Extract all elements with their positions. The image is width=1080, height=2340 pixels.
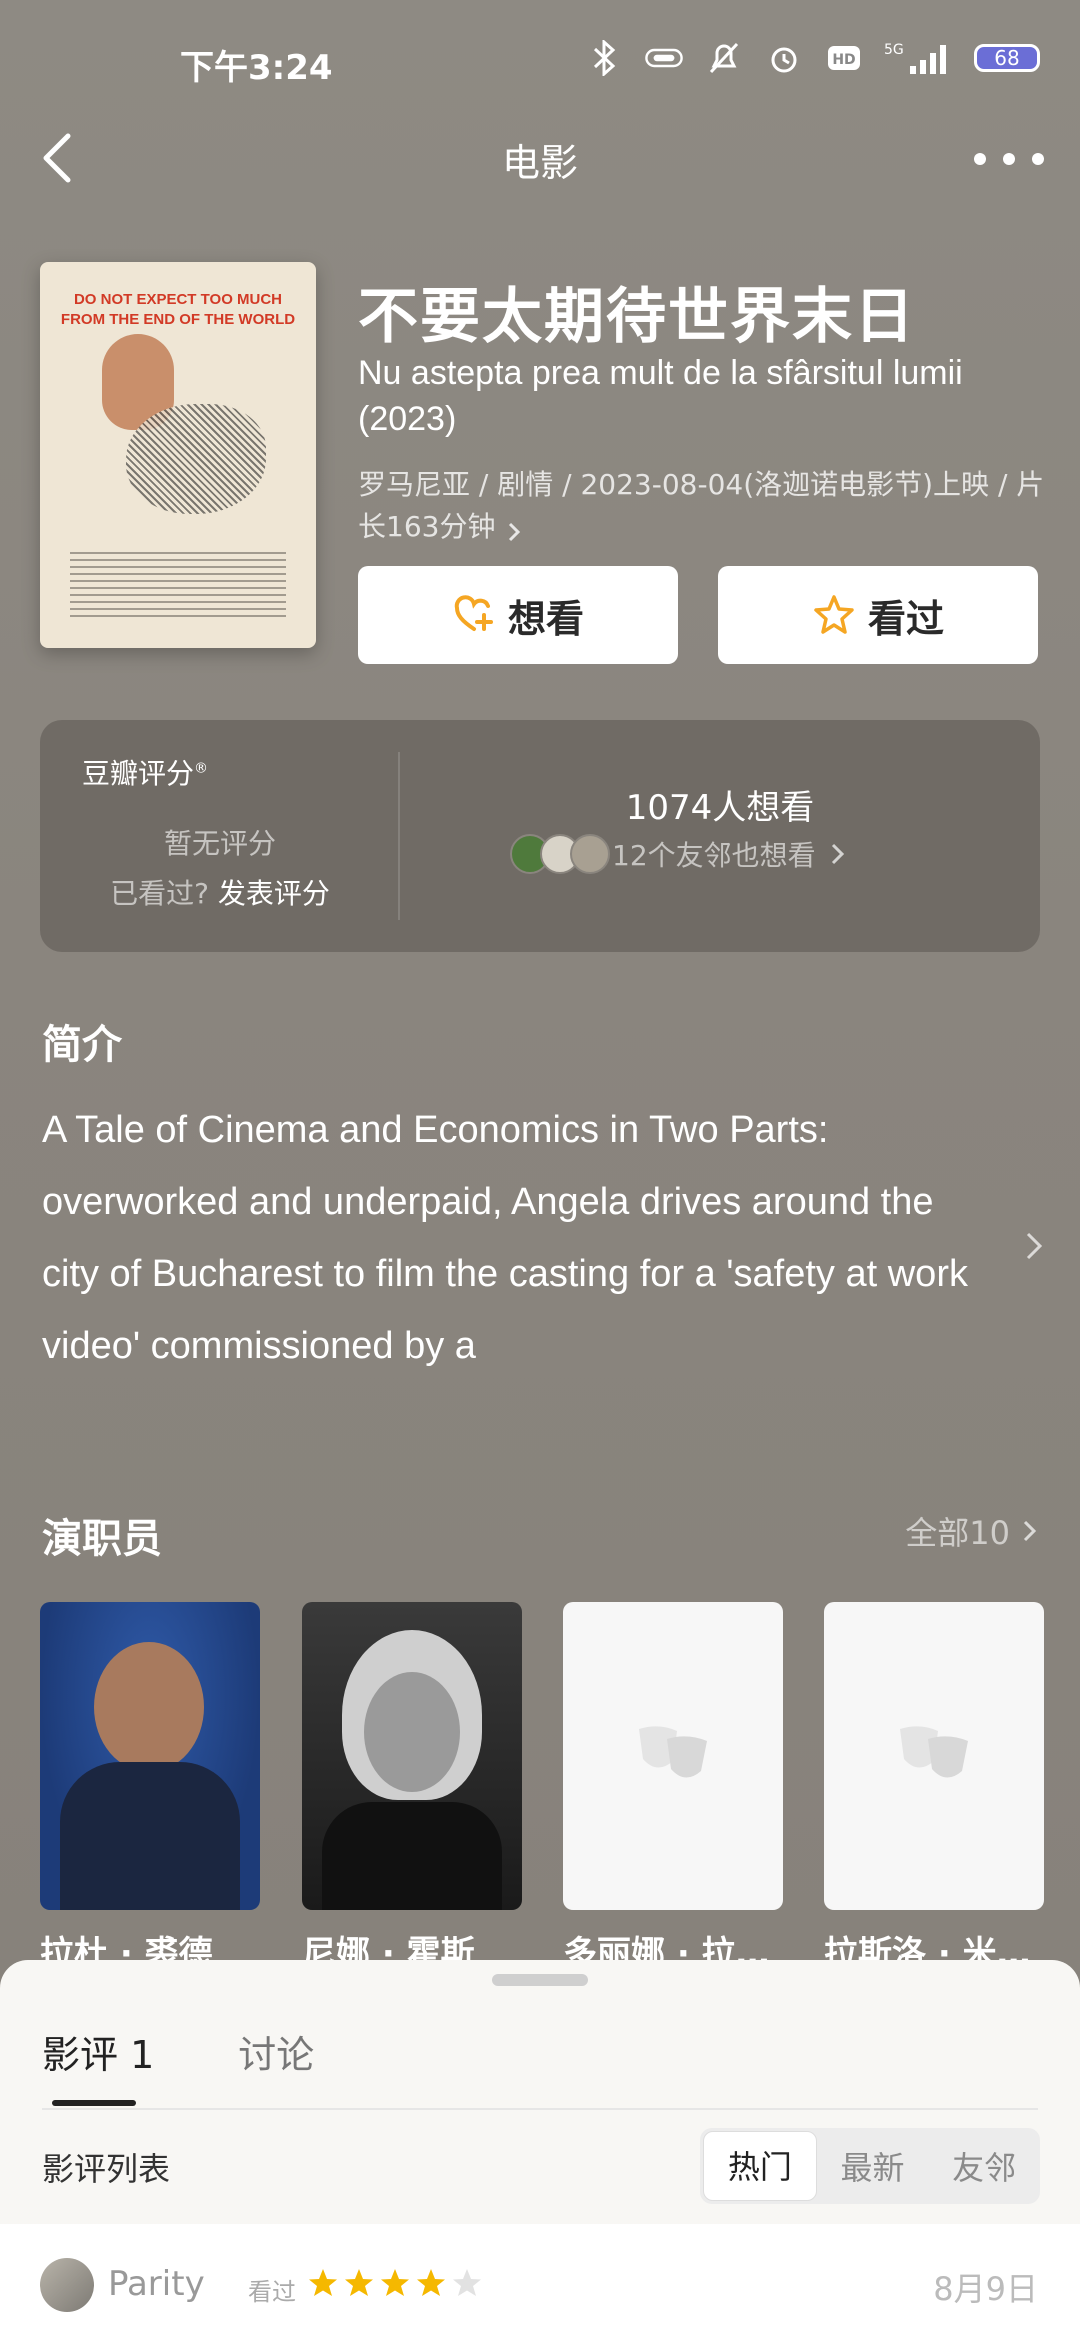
cast-photo[interactable] bbox=[40, 1602, 260, 1910]
tab-reviews[interactable]: 影评 1 bbox=[42, 2024, 154, 2079]
star-filled-icon bbox=[309, 2269, 337, 2296]
cast-all-label: 全部10 bbox=[905, 1514, 1010, 1552]
review-item[interactable]: Parity 看过 8月9日 bbox=[0, 2224, 1080, 2340]
cast-person-silhouette bbox=[94, 1642, 204, 1772]
seen-label: 看过 bbox=[867, 596, 944, 641]
cast-person-body bbox=[60, 1762, 240, 1910]
synopsis-expand-icon[interactable] bbox=[1020, 1226, 1050, 1266]
avatar bbox=[570, 834, 610, 874]
synopsis-text[interactable]: A Tale of Cinema and Economics in Two Pa… bbox=[42, 1094, 982, 1382]
mute-bell-icon bbox=[704, 38, 744, 78]
douban-rating-brand: 豆瓣评分® bbox=[82, 752, 208, 792]
review-status: 看过 bbox=[248, 2278, 296, 2306]
link-icon bbox=[644, 38, 684, 78]
more-dot-icon bbox=[1032, 153, 1044, 165]
battery-indicator: 68 bbox=[974, 44, 1040, 72]
star-outline-icon bbox=[814, 595, 854, 634]
want-count: 1074人想看 bbox=[625, 788, 815, 828]
rating-divider bbox=[398, 752, 400, 920]
signal-icon: 5G bbox=[884, 38, 954, 78]
reviews-bottom-sheet: 影评 1 讨论 影评列表 热门 最新 友邻 Parity 看过 8月9日 bbox=[0, 1960, 1080, 2340]
theater-masks-icon bbox=[900, 1726, 968, 1778]
movie-title: 不要太期待世界末日 bbox=[358, 282, 916, 352]
svg-text:HD: HD bbox=[832, 52, 855, 68]
tab-discussion[interactable]: 讨论 bbox=[238, 2024, 314, 2079]
seen-prompt: 已看过? bbox=[110, 877, 209, 910]
poster-credits bbox=[70, 552, 286, 622]
more-dot-icon bbox=[974, 153, 986, 165]
review-star-rating bbox=[306, 2266, 484, 2300]
no-rating-text: 暂无评分 bbox=[163, 827, 276, 860]
friend-avatars bbox=[510, 834, 610, 874]
registered-mark: ® bbox=[194, 760, 209, 777]
sort-segmented-control: 热门 最新 友邻 bbox=[700, 2128, 1040, 2204]
nav-bar: 电影 bbox=[0, 110, 1080, 210]
chevron-right-icon bbox=[831, 843, 844, 865]
want-to-watch-button[interactable]: 想看 bbox=[358, 566, 678, 664]
movie-original-title: Nu astepta prea mult de la sfârsitul lum… bbox=[358, 354, 963, 438]
more-options-button[interactable] bbox=[974, 134, 1044, 184]
poster-hen bbox=[126, 404, 266, 514]
sort-option-friends[interactable]: 友邻 bbox=[928, 2143, 1040, 2189]
star-empty-icon bbox=[453, 2269, 481, 2296]
movie-poster[interactable]: DO NOT EXPECT TOO MUCH FROM THE END OF T… bbox=[40, 262, 316, 648]
want-label: 想看 bbox=[507, 596, 584, 641]
poster-title: DO NOT EXPECT TOO MUCH FROM THE END OF T… bbox=[60, 291, 296, 328]
sort-option-latest[interactable]: 最新 bbox=[817, 2143, 929, 2189]
sort-option-hot[interactable]: 热门 bbox=[703, 2131, 817, 2201]
post-rating-link[interactable]: 发表评分 bbox=[218, 877, 330, 910]
cast-photo-placeholder[interactable] bbox=[824, 1602, 1044, 1910]
nav-title: 电影 bbox=[501, 141, 578, 185]
friends-want-row[interactable]: 12个友邻也想看 bbox=[510, 834, 848, 874]
sheet-tabs: 影评 1 讨论 bbox=[42, 2024, 314, 2079]
star-filled-icon bbox=[345, 2269, 373, 2296]
theater-masks-icon bbox=[639, 1726, 707, 1778]
rating-prompt: 已看过? 发表评分 bbox=[40, 872, 400, 912]
cast-title: 演职员 bbox=[42, 1516, 162, 1562]
svg-text:5G: 5G bbox=[884, 42, 904, 58]
cast-person-face bbox=[364, 1672, 460, 1792]
cast-all-link[interactable]: 全部10 bbox=[905, 1508, 1040, 1554]
review-list-label: 影评列表 bbox=[42, 2150, 171, 2188]
alarm-icon bbox=[764, 38, 804, 78]
sheet-divider bbox=[42, 2108, 1038, 2110]
status-time: 下午3:24 bbox=[180, 48, 333, 88]
rating-card: 豆瓣评分® 暂无评分 已看过? 发表评分 1074人想看 12个友邻也想看 bbox=[40, 720, 1040, 952]
status-bar: 下午3:24 HD 5G 68 bbox=[0, 0, 1080, 120]
review-date: 8月9日 bbox=[933, 2270, 1038, 2308]
hd-icon: HD bbox=[824, 38, 864, 78]
avatar[interactable] bbox=[40, 2258, 94, 2312]
star-filled-icon bbox=[417, 2269, 445, 2296]
star-filled-icon bbox=[381, 2269, 409, 2296]
friends-want-text: 12个友邻也想看 bbox=[612, 839, 816, 872]
review-username[interactable]: Parity bbox=[108, 2264, 205, 2304]
chevron-right-icon bbox=[504, 515, 524, 542]
chevron-right-icon bbox=[1023, 1520, 1037, 1542]
status-icons: HD 5G 68 bbox=[584, 38, 1040, 78]
active-tab-indicator bbox=[52, 2100, 136, 2106]
movie-meta-text: 罗马尼亚 / 剧情 / 2023-08-04(洛迦诺电影节)上映 / 片长163… bbox=[358, 468, 1045, 543]
watched-button[interactable]: 看过 bbox=[718, 566, 1038, 664]
more-dot-icon bbox=[1003, 153, 1015, 165]
heart-plus-icon bbox=[454, 595, 493, 631]
bluetooth-icon bbox=[584, 38, 624, 78]
sheet-drag-handle[interactable] bbox=[492, 1974, 588, 1986]
movie-meta[interactable]: 罗马尼亚 / 剧情 / 2023-08-04(洛迦诺电影节)上映 / 片长163… bbox=[358, 464, 1048, 548]
cast-photo[interactable] bbox=[302, 1602, 522, 1910]
rating-brand-text: 豆瓣评分 bbox=[82, 757, 195, 790]
cast-person-body bbox=[322, 1802, 502, 1910]
cast-photo-placeholder[interactable] bbox=[563, 1602, 783, 1910]
synopsis-title: 简介 bbox=[42, 1022, 122, 1068]
